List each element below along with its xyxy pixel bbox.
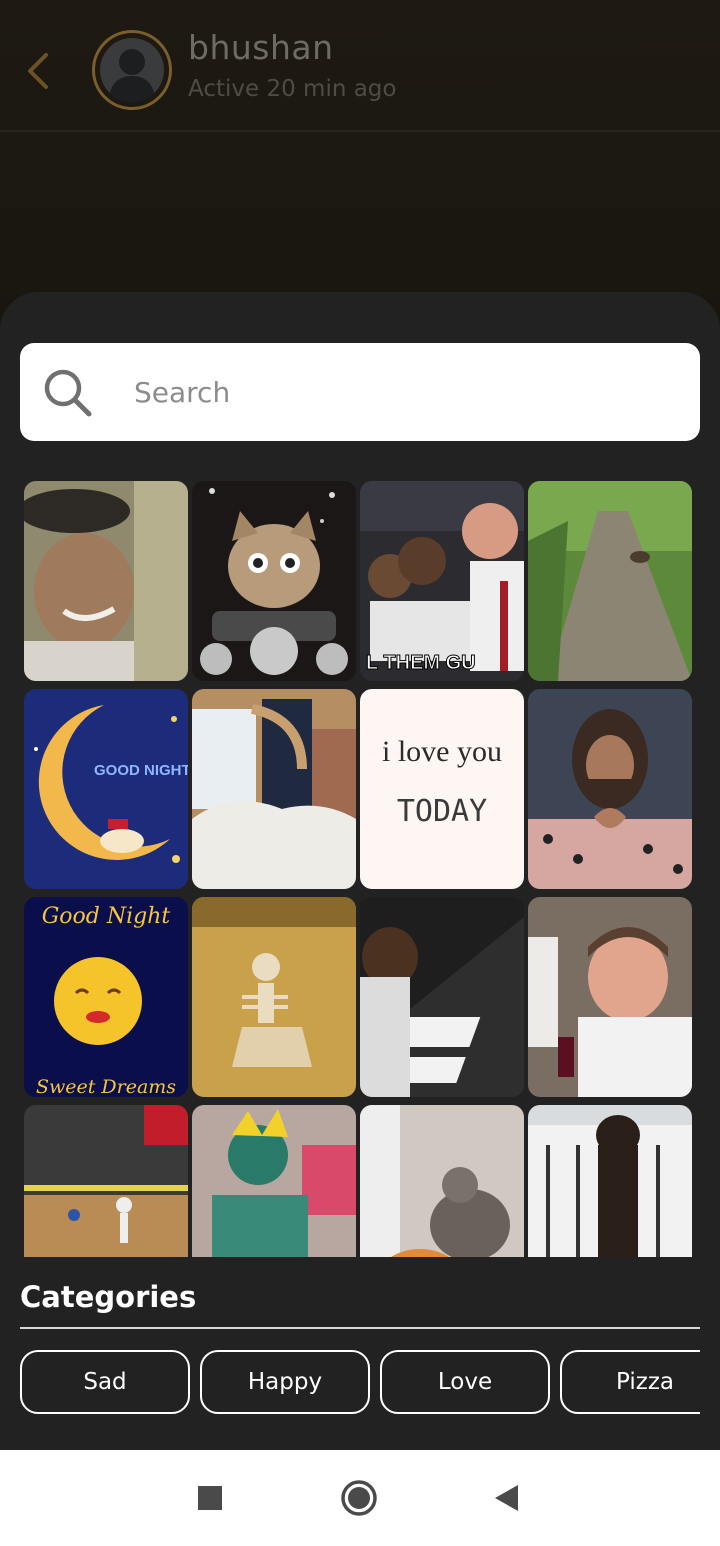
gif-image bbox=[192, 689, 356, 889]
gif-tile[interactable]: Good Night Sweet Dreams bbox=[24, 897, 188, 1097]
gif-caption: L THEM GU bbox=[366, 652, 476, 674]
gif-image bbox=[360, 897, 524, 1097]
avatar[interactable] bbox=[92, 30, 172, 110]
gif-image bbox=[192, 481, 356, 681]
category-chip-label: Pizza bbox=[616, 1369, 674, 1395]
gif-image: L THEM GU bbox=[360, 481, 524, 681]
categories-divider bbox=[20, 1327, 700, 1329]
category-chip-sad[interactable]: Sad bbox=[20, 1350, 190, 1414]
gif-caption: i love you bbox=[382, 735, 502, 768]
category-chip-happy[interactable]: Happy bbox=[200, 1350, 370, 1414]
gif-image bbox=[528, 897, 692, 1097]
category-chips: Sad Happy Love Pizza bbox=[20, 1350, 700, 1414]
gif-image bbox=[192, 897, 356, 1097]
gif-image bbox=[528, 1105, 692, 1257]
gif-tile[interactable]: GOOD NIGHT bbox=[24, 689, 188, 889]
triangle-back-icon bbox=[495, 1485, 518, 1511]
gif-image bbox=[24, 1105, 188, 1257]
gif-grid: L THEM GU GOOD NIGHT i love you TODAY Go… bbox=[24, 481, 696, 1257]
gif-tile[interactable] bbox=[360, 897, 524, 1097]
gif-tile[interactable] bbox=[192, 897, 356, 1097]
category-chip-label: Sad bbox=[83, 1369, 127, 1395]
gif-image bbox=[192, 1105, 356, 1257]
gif-tile[interactable] bbox=[360, 1105, 524, 1257]
category-chip-love[interactable]: Love bbox=[380, 1350, 550, 1414]
square-icon bbox=[198, 1486, 222, 1510]
search-icon bbox=[44, 369, 92, 417]
contact-status: Active 20 min ago bbox=[188, 76, 397, 102]
gif-image bbox=[528, 689, 692, 889]
categories-title: Categories bbox=[20, 1280, 197, 1314]
gif-tile[interactable] bbox=[528, 897, 692, 1097]
search-input[interactable] bbox=[132, 367, 672, 417]
gif-tile[interactable] bbox=[24, 1105, 188, 1257]
person-silhouette-icon bbox=[100, 38, 164, 102]
gif-image bbox=[24, 481, 188, 681]
gif-image: Good Night Sweet Dreams bbox=[24, 897, 188, 1097]
back-button[interactable] bbox=[18, 46, 58, 96]
category-chip-label: Love bbox=[437, 1369, 493, 1395]
chevron-left-icon bbox=[28, 53, 48, 89]
gif-caption-secondary: TODAY bbox=[397, 794, 487, 829]
gif-image: GOOD NIGHT bbox=[24, 689, 188, 889]
recent-apps-button[interactable] bbox=[188, 1476, 232, 1520]
gif-image bbox=[360, 1105, 524, 1257]
search-bar[interactable] bbox=[20, 343, 700, 441]
gif-image: i love you TODAY bbox=[360, 689, 524, 889]
gif-tile[interactable] bbox=[192, 481, 356, 681]
gif-image bbox=[528, 481, 692, 681]
gif-caption-secondary: Sweet Dreams bbox=[36, 1076, 176, 1097]
contact-name: bhushan bbox=[188, 28, 334, 67]
gif-tile[interactable]: i love you TODAY bbox=[360, 689, 524, 889]
chat-header: bhushan Active 20 min ago bbox=[0, 0, 720, 132]
system-back-button[interactable] bbox=[484, 1476, 528, 1520]
gif-tile[interactable] bbox=[528, 1105, 692, 1257]
gif-tile[interactable] bbox=[192, 1105, 356, 1257]
gif-caption: GOOD NIGHT bbox=[94, 762, 188, 779]
gif-tile[interactable] bbox=[24, 481, 188, 681]
gif-tile[interactable]: L THEM GU bbox=[360, 481, 524, 681]
circle-icon bbox=[341, 1480, 377, 1516]
category-chip-label: Happy bbox=[247, 1369, 323, 1395]
gif-tile[interactable] bbox=[528, 481, 692, 681]
gif-picker-sheet: L THEM GU GOOD NIGHT bbox=[0, 292, 720, 1450]
gif-caption: Good Night bbox=[42, 904, 171, 929]
screen: bhushan Active 20 min ago Search L THEM … bbox=[0, 0, 720, 1546]
system-nav-bar bbox=[0, 1450, 720, 1546]
category-chip-pizza[interactable]: Pizza bbox=[560, 1350, 700, 1414]
gif-tile[interactable] bbox=[528, 689, 692, 889]
home-button[interactable] bbox=[337, 1476, 381, 1520]
gif-tile[interactable] bbox=[192, 689, 356, 889]
